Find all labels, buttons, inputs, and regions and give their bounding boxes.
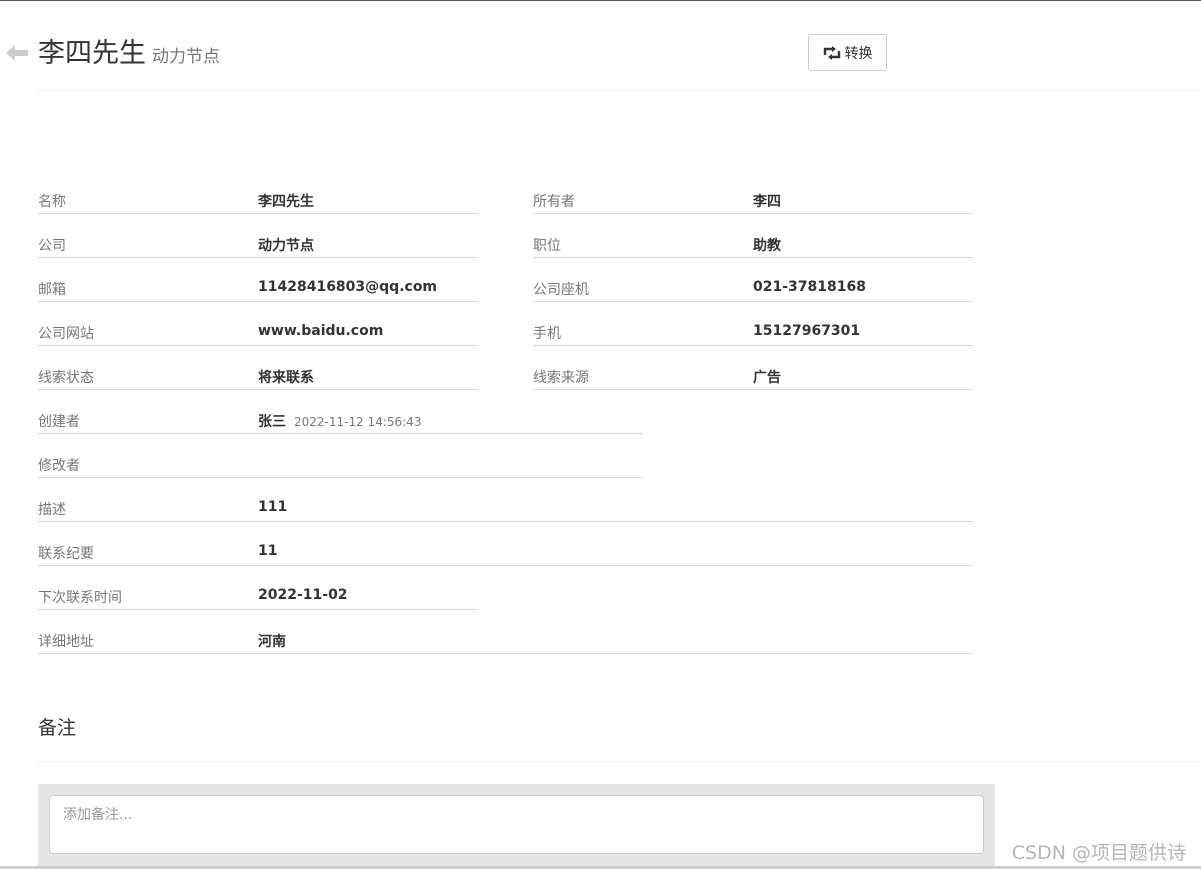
field-label: 名称 (38, 194, 66, 210)
field-row-edit-by: 修改者 (38, 453, 643, 478)
field-row-create-by: 创建者 张三 2022-11-12 14:56:43 (38, 409, 643, 434)
field-value: 15127967301 (753, 323, 861, 339)
page-title: 李四先生 动力节点 (38, 36, 220, 75)
field-row-description: 描述 111 (38, 497, 973, 522)
add-note-input[interactable] (49, 795, 984, 854)
field-value: 111 (258, 499, 288, 515)
field-label: 创建者 (38, 414, 80, 430)
notes-panel (38, 784, 995, 869)
header-divider (38, 90, 1201, 91)
field-label: 公司网站 (38, 326, 94, 342)
field-value: 李四 (753, 194, 781, 210)
field-label: 手机 (533, 326, 561, 342)
field-row-source: 线索来源 广告 (533, 365, 973, 390)
field-row-owner: 所有者 李四 (533, 189, 973, 214)
field-value: 广告 (753, 370, 781, 386)
field-row-company: 公司 动力节点 (38, 233, 478, 258)
field-label: 下次联系时间 (38, 590, 122, 606)
window-top-border (0, 0, 1201, 1)
field-row-next-contact-time: 下次联系时间 2022-11-02 (38, 585, 478, 610)
convert-label: 转换 (844, 45, 873, 62)
field-row-company-phone: 公司座机 021-37818168 (533, 277, 973, 302)
clue-full-name: 李四先生 (38, 38, 146, 69)
field-row-name: 名称 李四先生 (38, 189, 478, 214)
field-label: 线索状态 (38, 370, 94, 386)
field-label: 邮箱 (38, 282, 66, 298)
field-row-contact-summary: 联系纪要 11 (38, 541, 973, 566)
field-label: 所有者 (533, 194, 575, 210)
notes-heading: 备注 (38, 717, 77, 739)
field-row-website: 公司网站 www.baidu.com (38, 321, 478, 346)
field-row-mobile: 手机 15127967301 (533, 321, 973, 346)
field-value: 将来联系 (258, 370, 314, 386)
convert-button[interactable]: 转换 (808, 34, 887, 71)
arrow-left-icon[interactable] (5, 44, 29, 62)
field-label: 职位 (533, 238, 561, 254)
create-time: 2022-11-12 14:56:43 (294, 415, 422, 429)
retweet-icon (823, 45, 840, 60)
field-label: 修改者 (38, 458, 80, 474)
field-row-email: 邮箱 11428416803@qq.com (38, 277, 478, 302)
field-label: 公司座机 (533, 282, 589, 298)
creator-name: 张三 (258, 414, 286, 430)
field-row-job: 职位 助教 (533, 233, 973, 258)
field-row-clue-state: 线索状态 将来联系 (38, 365, 478, 390)
field-value: 张三 2022-11-12 14:56:43 (258, 411, 421, 431)
field-value: 021-37818168 (753, 279, 866, 295)
field-label: 公司 (38, 238, 66, 254)
notes-divider (38, 761, 1201, 762)
field-value: 动力节点 (258, 238, 314, 254)
field-value: 李四先生 (258, 194, 314, 210)
field-label: 线索来源 (533, 370, 589, 386)
field-value: 助教 (753, 238, 781, 254)
field-row-address: 详细地址 河南 (38, 629, 973, 654)
field-label: 描述 (38, 502, 66, 518)
field-value: 11428416803@qq.com (258, 279, 438, 295)
field-value: 河南 (258, 634, 286, 650)
field-value: www.baidu.com (258, 323, 384, 339)
clue-company-subtitle: 动力节点 (152, 47, 220, 67)
field-value: 2022-11-02 (258, 587, 348, 603)
field-value: 11 (258, 543, 278, 559)
field-label: 联系纪要 (38, 546, 94, 562)
watermark: CSDN @项目题供诗 (1011, 842, 1186, 864)
field-label: 详细地址 (38, 634, 94, 650)
